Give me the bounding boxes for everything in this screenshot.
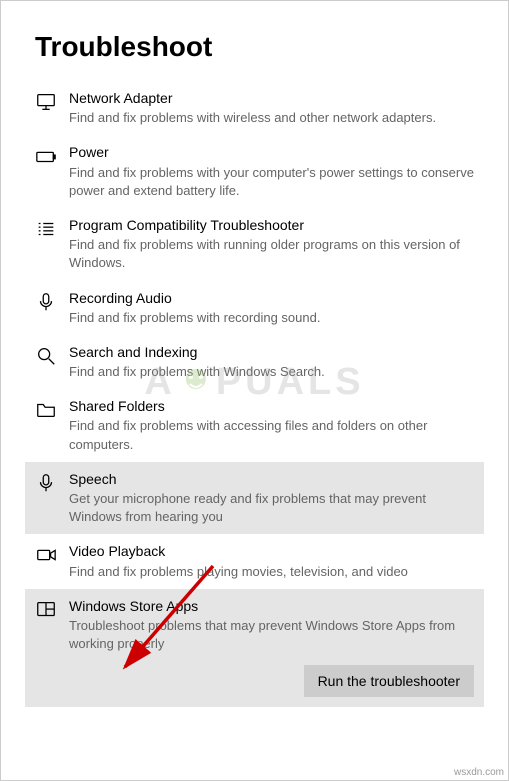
apps-icon [35,597,69,621]
item-desc: Find and fix problems with wireless and … [69,109,474,127]
item-title: Shared Folders [69,397,474,415]
page-title: Troubleshoot [35,31,474,63]
microphone-icon [35,289,69,313]
troubleshoot-item-video-playback[interactable]: Video Playback Find and fix problems pla… [35,534,474,588]
battery-icon [35,143,69,167]
run-button-row: Run the troubleshooter [25,665,484,707]
video-icon [35,542,69,566]
item-title: Search and Indexing [69,343,474,361]
item-title: Recording Audio [69,289,474,307]
troubleshoot-item-speech[interactable]: Speech Get your microphone ready and fix… [25,462,484,535]
item-title: Power [69,143,474,161]
item-title: Video Playback [69,542,474,560]
troubleshoot-item-recording-audio[interactable]: Recording Audio Find and fix problems wi… [35,281,474,335]
folder-icon [35,397,69,421]
item-title: Program Compatibility Troubleshooter [69,216,474,234]
item-desc: Get your microphone ready and fix proble… [69,490,474,526]
item-desc: Find and fix problems playing movies, te… [69,563,474,581]
item-title: Speech [69,470,474,488]
troubleshoot-item-power[interactable]: Power Find and fix problems with your co… [35,135,474,208]
troubleshoot-item-program-compatibility[interactable]: Program Compatibility Troubleshooter Fin… [35,208,474,281]
source-label: wsxdn.com [454,767,504,778]
item-title: Network Adapter [69,89,474,107]
microphone-icon [35,470,69,494]
item-desc: Find and fix problems with accessing fil… [69,417,474,453]
item-desc: Troubleshoot problems that may prevent W… [69,617,474,653]
troubleshoot-item-windows-store-apps[interactable]: Windows Store Apps Troubleshoot problems… [25,589,484,666]
item-desc: Find and fix problems with Windows Searc… [69,363,474,381]
item-desc: Find and fix problems with your computer… [69,164,474,200]
troubleshoot-item-network-adapter[interactable]: Network Adapter Find and fix problems wi… [35,81,474,135]
troubleshoot-item-shared-folders[interactable]: Shared Folders Find and fix problems wit… [35,389,474,462]
item-title: Windows Store Apps [69,597,474,615]
run-troubleshooter-button[interactable]: Run the troubleshooter [304,665,474,697]
item-desc: Find and fix problems with running older… [69,236,474,272]
item-desc: Find and fix problems with recording sou… [69,309,474,327]
troubleshoot-item-search-indexing[interactable]: Search and Indexing Find and fix problem… [35,335,474,389]
monitor-icon [35,89,69,113]
list-icon [35,216,69,240]
search-icon [35,343,69,367]
